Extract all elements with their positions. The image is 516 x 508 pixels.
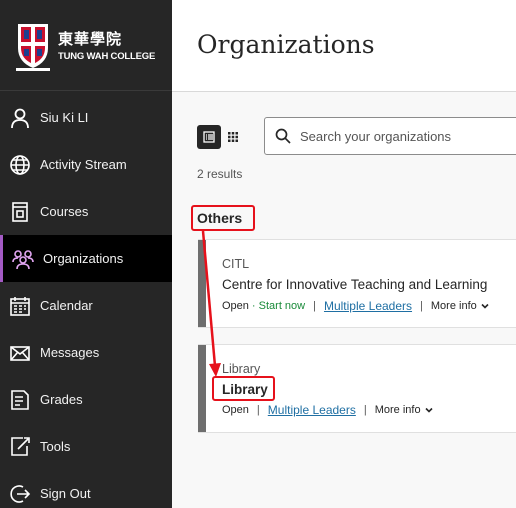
more-info-button[interactable]: More info [431, 300, 490, 312]
chevron-down-icon [424, 407, 433, 413]
sidebar-item-label: Siu Ki LI [40, 110, 89, 125]
chevron-down-icon [481, 303, 489, 309]
sidebar-item-label: Organizations [43, 251, 124, 266]
organization-name[interactable]: Centre for Innovative Teaching and Learn… [222, 277, 487, 292]
sidebar-item-activity-stream[interactable]: Activity Stream [0, 141, 172, 188]
meta-separator: | [313, 300, 316, 312]
search-input[interactable] [300, 128, 500, 144]
sidebar-item-label: Activity Stream [40, 157, 127, 172]
courses-icon [9, 201, 31, 223]
multiple-leaders-link[interactable]: Multiple Leaders [324, 299, 412, 313]
page-title: Organizations [197, 30, 375, 59]
start-now-label: · Start now [251, 300, 306, 312]
organization-id: CITL [222, 257, 250, 271]
organization-card-citl[interactable]: CITL Centre for Innovative Teaching and … [198, 239, 516, 328]
status-open: Open [222, 404, 249, 416]
annotation-highlight-others [191, 205, 255, 231]
list-view-button[interactable] [197, 125, 221, 149]
logo-chinese-name: 東華學院 [58, 30, 123, 48]
globe-icon [9, 154, 31, 176]
view-toggle [197, 125, 245, 149]
organization-meta: Open · Start now | Multiple Leaders | Mo… [222, 299, 490, 313]
sidebar-item-courses[interactable]: Courses [0, 188, 172, 235]
results-count: 2 results [197, 167, 243, 181]
college-logo[interactable]: 東華學院 TUNG WAH COLLEGE [0, 0, 172, 90]
sidebar-item-label: Sign Out [40, 486, 91, 501]
person-icon [9, 107, 31, 129]
more-info-button[interactable]: More info [375, 404, 434, 416]
logo-english-name: TUNG WAH COLLEGE [58, 51, 156, 62]
sidebar-divider [0, 90, 172, 91]
organization-meta: Open | Multiple Leaders | More info [222, 403, 434, 417]
meta-separator: | [256, 404, 260, 416]
sidebar-item-label: Grades [40, 392, 83, 407]
sidebar-item-label: Tools [40, 439, 71, 454]
calendar-icon [9, 295, 31, 317]
grades-icon [9, 389, 31, 411]
sidebar-item-profile[interactable]: Siu Ki LI [0, 94, 172, 141]
envelope-icon [9, 342, 31, 364]
annotation-highlight-library [212, 376, 275, 401]
tools-icon [9, 436, 31, 458]
more-info-label: More info [430, 300, 477, 312]
sidebar-item-tools[interactable]: Tools [0, 423, 172, 470]
sidebar: 東華學院 TUNG WAH COLLEGE Siu Ki LI Activity… [0, 0, 172, 508]
sidebar-item-label: Calendar [40, 298, 93, 313]
search-icon [275, 128, 291, 144]
sidebar-item-label: Messages [40, 345, 100, 360]
meta-separator: | [420, 300, 423, 312]
organizations-icon [12, 248, 34, 270]
more-info-label: More info [374, 404, 421, 416]
main-content: Organizations 2 results Others CITL Cent… [172, 0, 516, 508]
multiple-leaders-link[interactable]: Multiple Leaders [268, 403, 356, 417]
sidebar-item-organizations[interactable]: Organizations [0, 235, 172, 282]
crest-icon [14, 18, 52, 72]
meta-separator: | [363, 404, 367, 416]
status-open: Open [222, 300, 249, 312]
sidebar-item-grades[interactable]: Grades [0, 376, 172, 423]
sidebar-item-sign-out[interactable]: Sign Out [0, 470, 172, 508]
list-view-icon [203, 131, 215, 143]
organization-id: Library [222, 362, 261, 376]
grid-view-button[interactable] [221, 125, 245, 149]
sign-out-icon [9, 483, 31, 505]
grid-view-icon [228, 132, 238, 142]
sidebar-nav: Siu Ki LI Activity Stream Courses Organi… [0, 94, 172, 508]
sidebar-item-label: Courses [40, 204, 89, 219]
sidebar-item-calendar[interactable]: Calendar [0, 282, 172, 329]
sidebar-item-messages[interactable]: Messages [0, 329, 172, 376]
search-field[interactable] [264, 117, 516, 155]
